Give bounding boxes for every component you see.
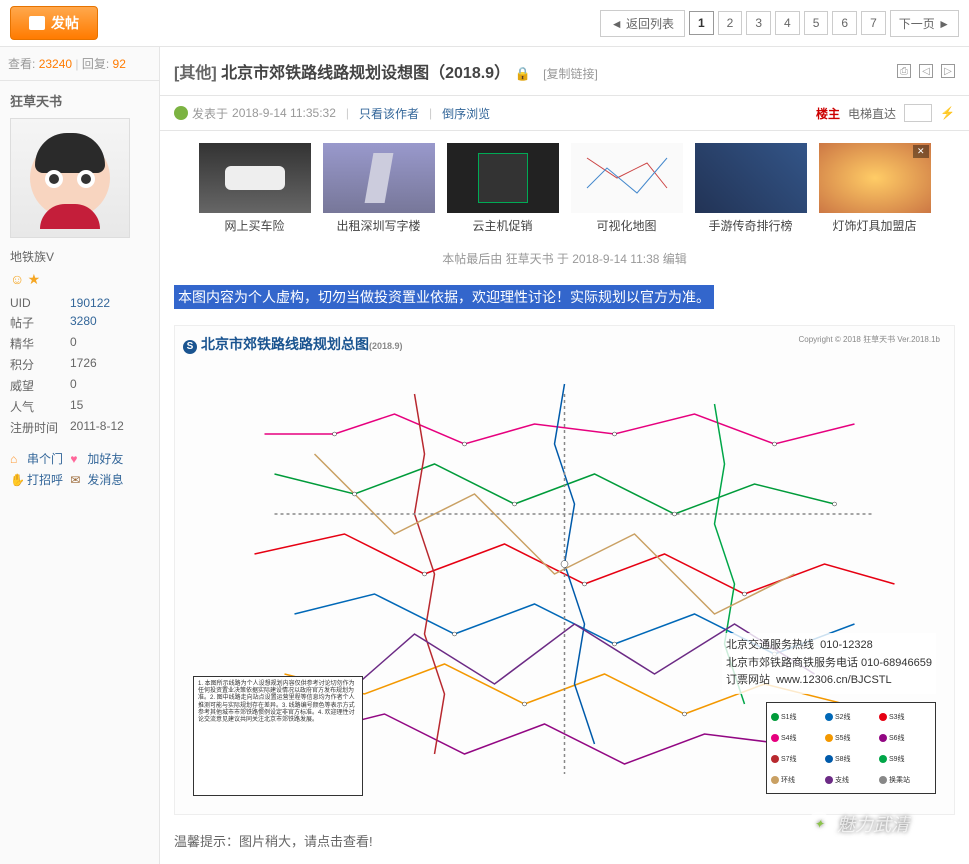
post-body: 本图内容为个人虚构，切勿当做投资置业依据，欢迎理性讨论！实际规划以官方为准。 S… bbox=[160, 271, 969, 864]
next-icon[interactable]: ▷ bbox=[941, 64, 955, 78]
ad-item[interactable]: 云主机促销 bbox=[447, 143, 559, 234]
ad-close-icon[interactable]: ✕ bbox=[913, 145, 929, 158]
add-friend-link[interactable]: ♥加好友 bbox=[70, 450, 123, 467]
page-4-link[interactable]: 4 bbox=[775, 11, 800, 35]
stat-value[interactable]: 3280 bbox=[70, 314, 97, 331]
map-legend: S1线 S2线 S3线 S4线 S5线 S6线 S7线 S8线 S9线 环线 支… bbox=[766, 702, 936, 794]
elevator-input[interactable] bbox=[904, 104, 932, 122]
thread-title: [其他] 北京市郊铁路线路规划设想图（2018.9） 🔒 [复制链接] bbox=[174, 59, 598, 83]
message-icon: ✉ bbox=[70, 473, 84, 487]
stat-value: 0 bbox=[70, 377, 77, 394]
friend-icon: ♥ bbox=[70, 452, 84, 466]
copy-link[interactable]: [复制链接] bbox=[543, 67, 598, 81]
watermark: ✦ 魅力武清 bbox=[807, 811, 909, 837]
elevator-label: 电梯直达 bbox=[848, 105, 896, 122]
lock-icon: 🔒 bbox=[515, 66, 531, 81]
star-badge-icon: ★ bbox=[28, 271, 41, 287]
map-copyright: Copyright © 2018 狂草天书 Ver.2018.1b bbox=[798, 334, 940, 345]
stat-label: 人气 bbox=[10, 398, 70, 415]
stat-value: 15 bbox=[70, 398, 83, 415]
user-sidebar: 查看: 23240 | 回复: 92 狂草天书 地铁族V ☺ ★ bbox=[0, 47, 160, 864]
thread-stats: 查看: 23240 | 回复: 92 bbox=[0, 47, 159, 81]
user-badges: ☺ ★ bbox=[10, 271, 149, 288]
view-count: 23240 bbox=[39, 57, 72, 71]
page-2-link[interactable]: 2 bbox=[718, 11, 743, 35]
user-stats-table: UID190122 帖子3280 精华0 积分1726 威望0 人气15 注册时… bbox=[10, 294, 149, 438]
smile-badge-icon: ☺ bbox=[10, 271, 24, 287]
send-message-link[interactable]: ✉发消息 bbox=[70, 471, 123, 488]
stat-value: 0 bbox=[70, 335, 77, 352]
page-1-link[interactable]: 1 bbox=[689, 11, 714, 35]
floor-master-badge: 楼主 bbox=[816, 105, 840, 122]
map-contact-info: 北京交通服务热线 010-12328 北京市郊铁路商铁服务电话 010-6894… bbox=[722, 633, 936, 694]
stat-label: 帖子 bbox=[10, 314, 70, 331]
ad-item[interactable]: 网上买车险 bbox=[199, 143, 311, 234]
ad-item[interactable]: 可视化地图 bbox=[571, 143, 683, 234]
stat-value: 2011-8-12 bbox=[70, 419, 124, 436]
stat-label: 威望 bbox=[10, 377, 70, 394]
page-3-link[interactable]: 3 bbox=[746, 11, 771, 35]
visit-home-link[interactable]: ⌂串个门 bbox=[10, 450, 63, 467]
posted-label: 发表于 bbox=[192, 105, 228, 122]
elevator-go-icon[interactable]: ⚡ bbox=[940, 106, 955, 120]
greet-link[interactable]: ✋打招呼 bbox=[10, 471, 63, 488]
map-notes: 1. 本图所示线路为个人设想规划内容仅供参考讨论切勿作为任何投资置业决策依据实际… bbox=[193, 676, 363, 796]
stat-value: 190122 bbox=[70, 296, 110, 310]
subway-icon: S bbox=[183, 340, 197, 354]
user-level: 地铁族V bbox=[10, 248, 149, 265]
stat-label: 注册时间 bbox=[10, 419, 70, 436]
print-icon[interactable]: ⎙ bbox=[897, 64, 911, 78]
back-to-list-link[interactable]: ◄ 返回列表 bbox=[600, 10, 685, 37]
page-6-link[interactable]: 6 bbox=[832, 11, 857, 35]
home-icon: ⌂ bbox=[10, 452, 24, 466]
thread-name: 北京市郊铁路线路规划设想图（2018.9） bbox=[221, 65, 510, 82]
user-status-icon bbox=[174, 106, 188, 120]
reply-label: 回复: bbox=[82, 57, 109, 71]
view-label: 查看: bbox=[8, 57, 35, 71]
ad-item[interactable]: 出租深圳写字楼 bbox=[323, 143, 435, 234]
page-7-link[interactable]: 7 bbox=[861, 11, 886, 35]
post-button-label: 发帖 bbox=[51, 13, 79, 33]
prev-icon[interactable]: ◁ bbox=[919, 64, 933, 78]
new-post-button[interactable]: 发帖 bbox=[10, 6, 98, 40]
wechat-icon: ✦ bbox=[807, 812, 831, 836]
disclaimer-highlight: 本图内容为个人虚构，切勿当做投资置业依据，欢迎理性讨论！实际规划以官方为准。 bbox=[174, 285, 714, 309]
reply-count: 92 bbox=[113, 57, 126, 71]
posted-time: 2018-9-14 11:35:32 bbox=[232, 106, 336, 120]
stat-label: UID bbox=[10, 296, 70, 310]
reverse-order-link[interactable]: 倒序浏览 bbox=[442, 105, 490, 122]
map-title-text: 北京市郊铁路线路规划总图 bbox=[201, 336, 369, 352]
username-link[interactable]: 狂草天书 bbox=[10, 91, 149, 110]
stat-label: 积分 bbox=[10, 356, 70, 373]
only-author-link[interactable]: 只看该作者 bbox=[359, 105, 419, 122]
stat-value: 1726 bbox=[70, 356, 97, 373]
user-action-links: ⌂串个门 ♥加好友 ✋打招呼 ✉发消息 bbox=[10, 448, 149, 490]
speech-bubble-icon bbox=[29, 16, 45, 30]
next-page-link[interactable]: 下一页 ► bbox=[890, 10, 959, 37]
stat-label: 精华 bbox=[10, 335, 70, 352]
wave-icon: ✋ bbox=[10, 473, 24, 487]
edit-note: 本帖最后由 狂草天书 于 2018-9-14 11:38 编辑 bbox=[160, 246, 969, 271]
ad-item[interactable]: ✕灯饰灯具加盟店 bbox=[819, 143, 931, 234]
pagination: ◄ 返回列表 1 2 3 4 5 6 7 下一页 ► bbox=[600, 10, 959, 37]
thread-category[interactable]: [其他] bbox=[174, 65, 217, 82]
map-image[interactable]: S北京市郊铁路线路规划总图(2018.9) Copyright © 2018 狂… bbox=[174, 325, 955, 815]
ad-item[interactable]: 手游传奇排行榜 bbox=[695, 143, 807, 234]
ad-row: 网上买车险 出租深圳写字楼 云主机促销 可视化地图 手游传奇排行榜 ✕灯饰灯具加… bbox=[160, 131, 969, 246]
user-avatar[interactable] bbox=[10, 118, 130, 238]
page-5-link[interactable]: 5 bbox=[804, 11, 829, 35]
